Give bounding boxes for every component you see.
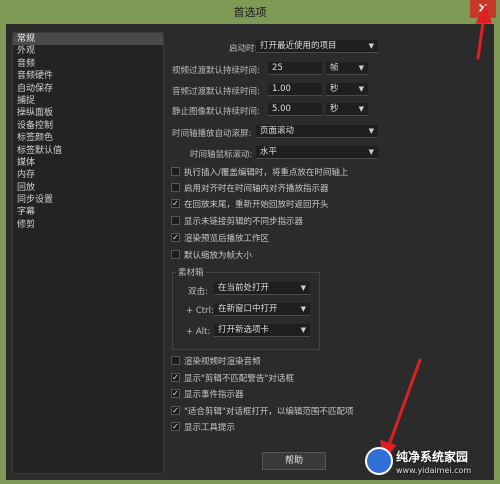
- window-title: 首选项: [233, 6, 267, 19]
- chevron-down-icon: ▼: [300, 326, 306, 334]
- checkbox-label: 渲染视频时渲染音频: [184, 357, 261, 367]
- watermark-url: www.yidaimei.com: [396, 466, 472, 475]
- checkbox-snap-playhead[interactable]: [171, 183, 180, 192]
- checkbox-label: 渲染预览后播放工作区: [184, 234, 270, 244]
- checkbox-label: 执行插入/覆盖编辑时，将重点放在时间轴上: [184, 168, 349, 178]
- checkbox-scale-to-frame[interactable]: [171, 250, 180, 259]
- chevron-down-icon: ▼: [368, 148, 374, 156]
- ctrl-click-label: + Ctrl:: [186, 306, 214, 316]
- checkbox-show-tooltips[interactable]: ✓: [171, 422, 180, 431]
- sidebar-item-memory[interactable]: 内存: [13, 169, 163, 181]
- checkbox-play-after-render[interactable]: ✓: [171, 233, 180, 242]
- chevron-down-icon: ▼: [368, 42, 374, 50]
- sidebar-item-media[interactable]: 媒体: [13, 157, 163, 169]
- close-button[interactable]: ×: [470, 0, 496, 18]
- checkbox-out-of-sync[interactable]: [171, 216, 180, 225]
- sidebar-item-auto-save[interactable]: 自动保存: [13, 83, 163, 95]
- sidebar-item-captions[interactable]: 字幕: [13, 206, 163, 218]
- chevron-down-icon: ▼: [300, 284, 306, 292]
- checkbox-clip-mismatch-warning[interactable]: ✓: [171, 373, 180, 382]
- mouse-scroll-label: 时间轴鼠标滚动:: [190, 150, 253, 160]
- sidebar-item-audio[interactable]: 音频: [13, 58, 163, 70]
- double-click-dropdown[interactable]: 在当前处打开 ▼: [214, 282, 310, 295]
- checkbox-return-to-start[interactable]: ✓: [171, 199, 180, 208]
- chevron-down-icon: ▼: [358, 85, 364, 93]
- checkbox-label: 默认缩放为帧大小: [184, 251, 253, 261]
- checkbox-label: 在回放末尾，重新开始回放时返回开头: [184, 200, 329, 210]
- sidebar-item-general[interactable]: 常规: [13, 33, 163, 46]
- still-image-unit: 秒: [330, 104, 339, 114]
- help-button[interactable]: 帮助: [262, 452, 326, 470]
- chevron-down-icon: ▼: [358, 64, 364, 72]
- sidebar-item-sync-settings[interactable]: 同步设置: [13, 194, 163, 206]
- checkbox-insert-overwrite-focus[interactable]: [171, 167, 180, 176]
- title-bar: 首选项 ×: [0, 0, 500, 22]
- alt-click-label: + Alt:: [186, 327, 211, 337]
- startup-value: 打开最近使用的项目: [260, 41, 337, 51]
- checkbox-label: 启用对齐时在时间轴内对齐播放指示器: [184, 184, 329, 194]
- timeline-scroll-value: 页面滚动: [260, 126, 295, 136]
- alt-click-dropdown[interactable]: 打开新选项卡 ▼: [214, 324, 310, 337]
- still-image-input[interactable]: 5.00: [268, 103, 322, 116]
- ctrl-click-value: 在新窗口中打开: [218, 304, 278, 314]
- sidebar-item-control-surface[interactable]: 操纵面板: [13, 107, 163, 119]
- mouse-scroll-dropdown[interactable]: 水平 ▼: [256, 146, 378, 159]
- checkbox-render-audio[interactable]: [171, 356, 180, 365]
- video-transition-input[interactable]: 25: [268, 62, 322, 75]
- checkbox-label: 显示未链接剪辑的不同步指示器: [184, 217, 304, 227]
- sidebar-item-capture[interactable]: 捕捉: [13, 95, 163, 107]
- ctrl-click-dropdown[interactable]: 在新窗口中打开 ▼: [214, 303, 310, 316]
- alt-click-value: 打开新选项卡: [218, 325, 270, 335]
- checkbox-event-indicators[interactable]: ✓: [171, 389, 180, 398]
- timeline-scroll-dropdown[interactable]: 页面滚动 ▼: [256, 125, 378, 138]
- chevron-down-icon: ▼: [358, 105, 364, 113]
- audio-transition-input[interactable]: 1.00: [268, 83, 322, 96]
- video-transition-label: 视频过渡默认持续时间:: [172, 66, 260, 76]
- sidebar-item-trim[interactable]: 修剪: [13, 219, 163, 231]
- preferences-window: 首选项 × 常规 外观 音频 音频硬件 自动保存 捕捉 操纵面板 设备控制 标签…: [0, 0, 500, 484]
- checkbox-label: "适合剪辑"对话框打开，以编辑范围不匹配项: [184, 407, 354, 417]
- startup-dropdown[interactable]: 打开最近使用的项目 ▼: [256, 40, 378, 53]
- startup-label: 启动时:: [229, 44, 258, 54]
- double-click-value: 在当前处打开: [218, 283, 270, 293]
- checkbox-fit-clip-dialog[interactable]: ✓: [171, 406, 180, 415]
- sidebar-item-label-defaults[interactable]: 标签默认值: [13, 145, 163, 157]
- sidebar-item-audio-hardware[interactable]: 音频硬件: [13, 70, 163, 82]
- sidebar-item-label-colors[interactable]: 标签颜色: [13, 132, 163, 144]
- sidebar-item-device-control[interactable]: 设备控制: [13, 120, 163, 132]
- still-image-label: 静止图像默认持续时间:: [172, 107, 260, 117]
- timeline-scroll-label: 时间轴播放自动滚屏:: [172, 129, 252, 139]
- checkbox-label: 显示工具提示: [184, 423, 236, 433]
- watermark-title: 纯净系统家园: [396, 450, 469, 464]
- double-click-label: 双击:: [188, 287, 208, 297]
- checkbox-label: 显示"剪辑不匹配警告"对话框: [184, 374, 294, 384]
- chevron-down-icon: ▼: [368, 127, 374, 135]
- audio-transition-unit: 秒: [330, 84, 339, 94]
- bins-group-title: 素材箱: [176, 266, 206, 278]
- chevron-down-icon: ▼: [300, 305, 306, 313]
- audio-transition-label: 音频过渡默认持续时间:: [172, 87, 260, 97]
- audio-transition-unit-dropdown[interactable]: 秒 ▼: [326, 83, 368, 96]
- mouse-scroll-value: 水平: [260, 147, 278, 157]
- category-list: 常规 外观 音频 音频硬件 自动保存 捕捉 操纵面板 设备控制 标签颜色 标签默…: [12, 32, 164, 474]
- still-image-unit-dropdown[interactable]: 秒 ▼: [326, 103, 368, 116]
- sidebar-item-appearance[interactable]: 外观: [13, 45, 163, 57]
- video-transition-unit: 帧: [330, 63, 339, 73]
- watermark-logo: [365, 447, 393, 475]
- sidebar-item-playback[interactable]: 回放: [13, 182, 163, 194]
- checkbox-label: 显示事件指示器: [184, 390, 244, 400]
- video-transition-unit-dropdown[interactable]: 帧 ▼: [326, 62, 368, 75]
